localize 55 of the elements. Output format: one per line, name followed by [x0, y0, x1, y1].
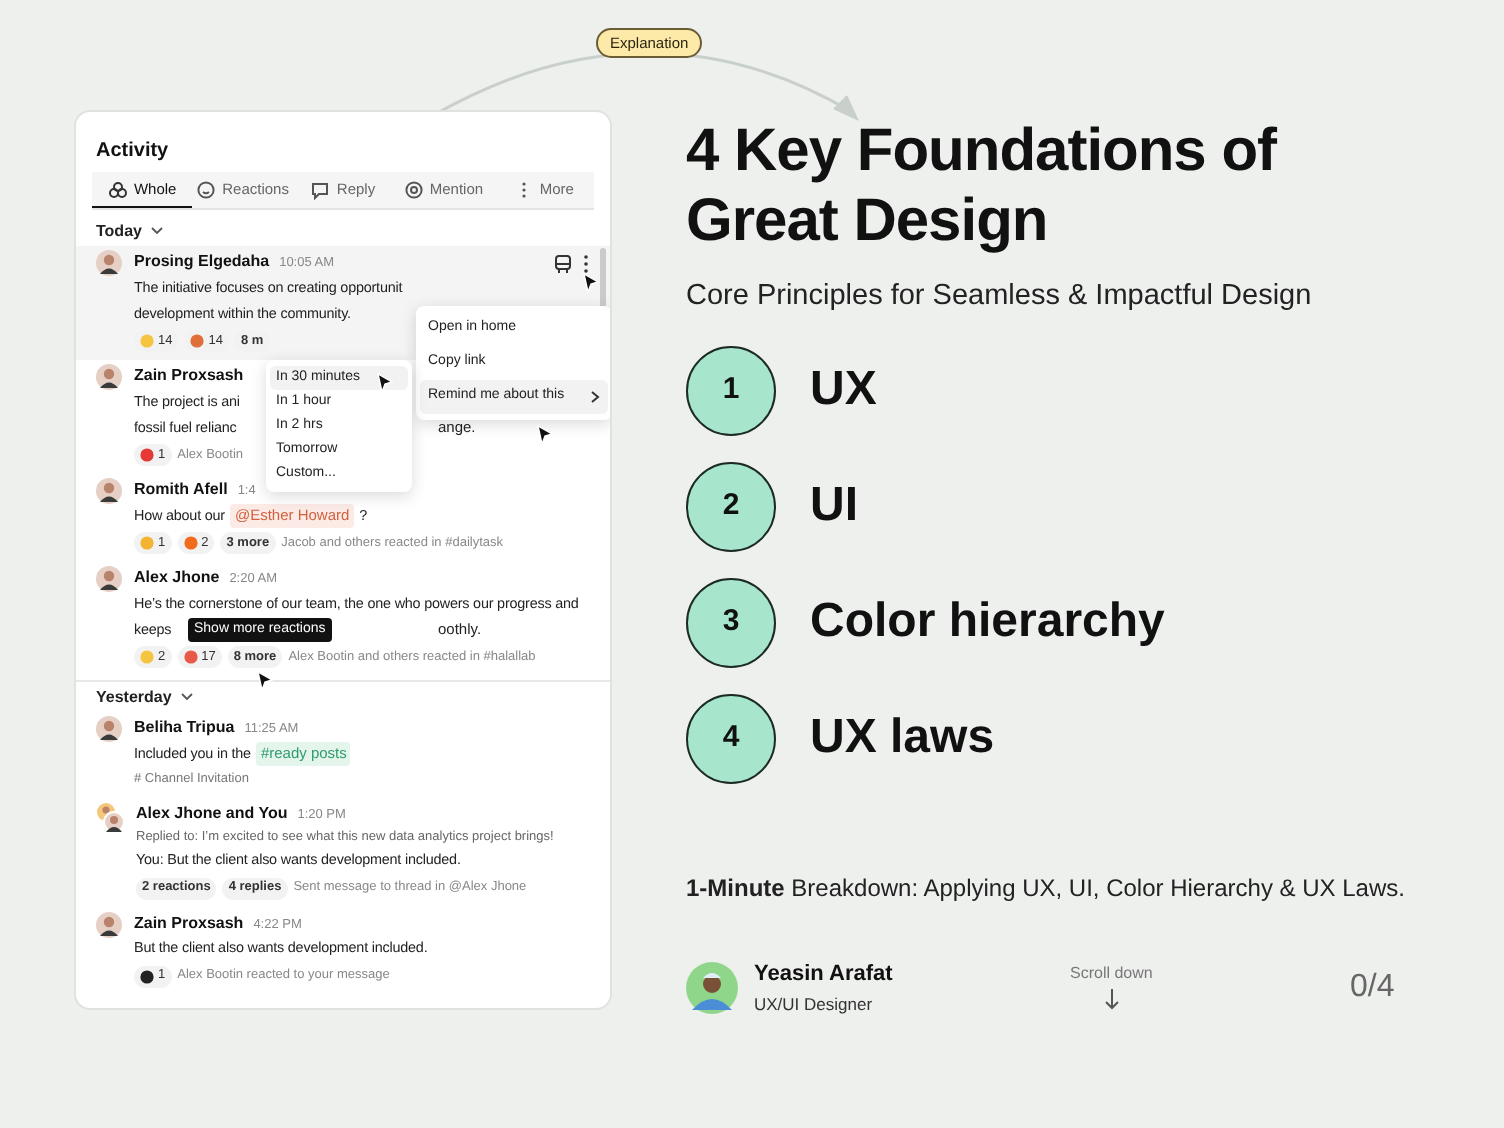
sender-name: Alex Jhone and You [136, 801, 288, 826]
cursor-icon [376, 372, 394, 394]
subheading: Core Principles for Seamless & Impactful Design [686, 278, 1312, 316]
emoji-icon [140, 969, 154, 983]
avatar [96, 716, 122, 742]
avatar [96, 364, 122, 390]
author-role: UX/UI Designer [754, 991, 875, 1017]
foundation-label: Color hierarchy [810, 592, 1165, 653]
number-badge: 3 [686, 577, 776, 668]
number-badge: 1 [686, 345, 776, 436]
sender-name: Zain Proxsash [134, 364, 244, 388]
scrollbar[interactable] [600, 248, 606, 308]
panel-title: Activity [96, 138, 169, 166]
avatar [96, 566, 122, 592]
sender-name: Alex Jhone [134, 566, 220, 590]
foundation-label: UX [810, 360, 877, 421]
sender-name: Zain Proxsash [134, 911, 244, 935]
emoji-icon [140, 650, 154, 664]
emoji-icon [183, 536, 198, 550]
author-name: Yeasin Arafat [754, 960, 893, 990]
cursor-icon [536, 424, 554, 446]
arrow-down-icon [1103, 988, 1120, 1010]
chat-icon [310, 180, 331, 200]
emoji-icon [190, 334, 205, 348]
smiley-icon [196, 180, 217, 200]
number-badge: 4 [686, 693, 776, 784]
sender-name: Prosing Elgedaha [134, 250, 270, 274]
more-icon[interactable] [582, 254, 590, 274]
heading-line: 4 Key Foundations of [686, 116, 1279, 186]
heading-line: Great Design [686, 186, 1050, 256]
scroll-hint: Scroll down [1070, 962, 1153, 986]
breakdown-text: 1-Minute Breakdown: Applying UX, UI, Color Hierarchy & UX Laws. [686, 872, 1405, 906]
emoji-icon [183, 650, 198, 664]
avatar [686, 961, 738, 1014]
chevron-right-icon [590, 390, 600, 404]
avatar [96, 478, 122, 504]
emoji-icon [140, 448, 154, 462]
progress-counter: 0/4 [1350, 968, 1395, 1008]
emoji-icon [140, 536, 154, 550]
cursor-icon [582, 272, 600, 294]
avatar [96, 250, 122, 276]
foundation-label: UI [810, 476, 858, 537]
chevron-down-icon[interactable] [149, 226, 164, 236]
bus-icon[interactable] [554, 254, 572, 274]
number-badge: 2 [686, 461, 776, 552]
avatar [96, 911, 122, 937]
sender-name: Beliha Tripua [134, 716, 235, 740]
people-icon [107, 179, 128, 199]
section-label: Yesterday [96, 685, 172, 709]
emoji-icon [140, 334, 154, 348]
sender-name: Romith Afell [134, 478, 228, 502]
chevron-down-icon[interactable] [179, 692, 194, 702]
at-sign-icon [403, 180, 424, 200]
section-label: Today [96, 219, 142, 243]
foundation-label: UX laws [810, 708, 995, 769]
